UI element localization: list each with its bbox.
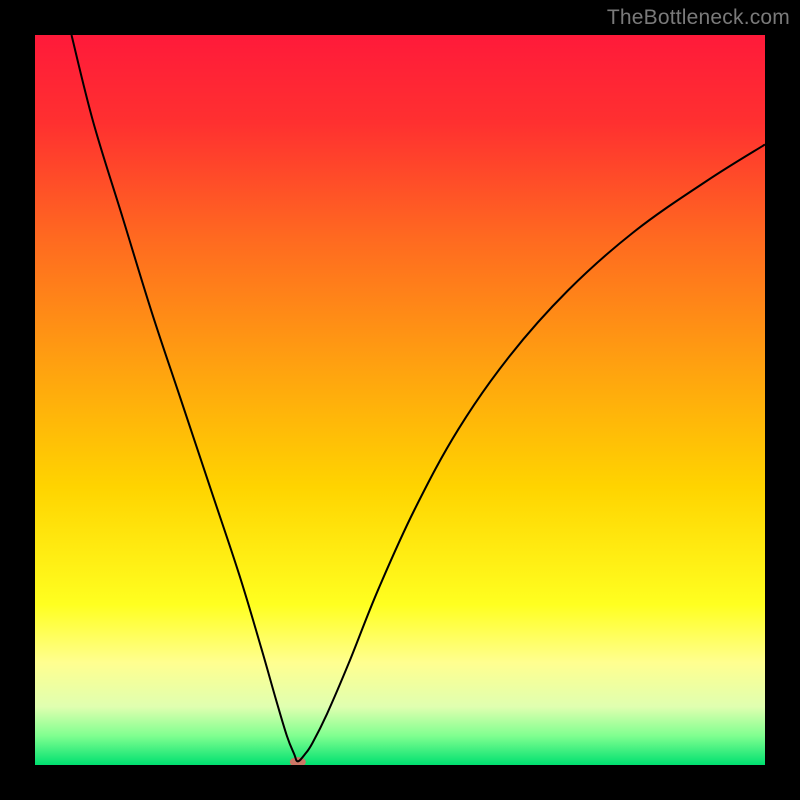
plot-svg [35, 35, 765, 765]
plot-background [35, 35, 765, 765]
chart-container: TheBottleneck.com [0, 0, 800, 800]
watermark-text: TheBottleneck.com [607, 6, 790, 30]
